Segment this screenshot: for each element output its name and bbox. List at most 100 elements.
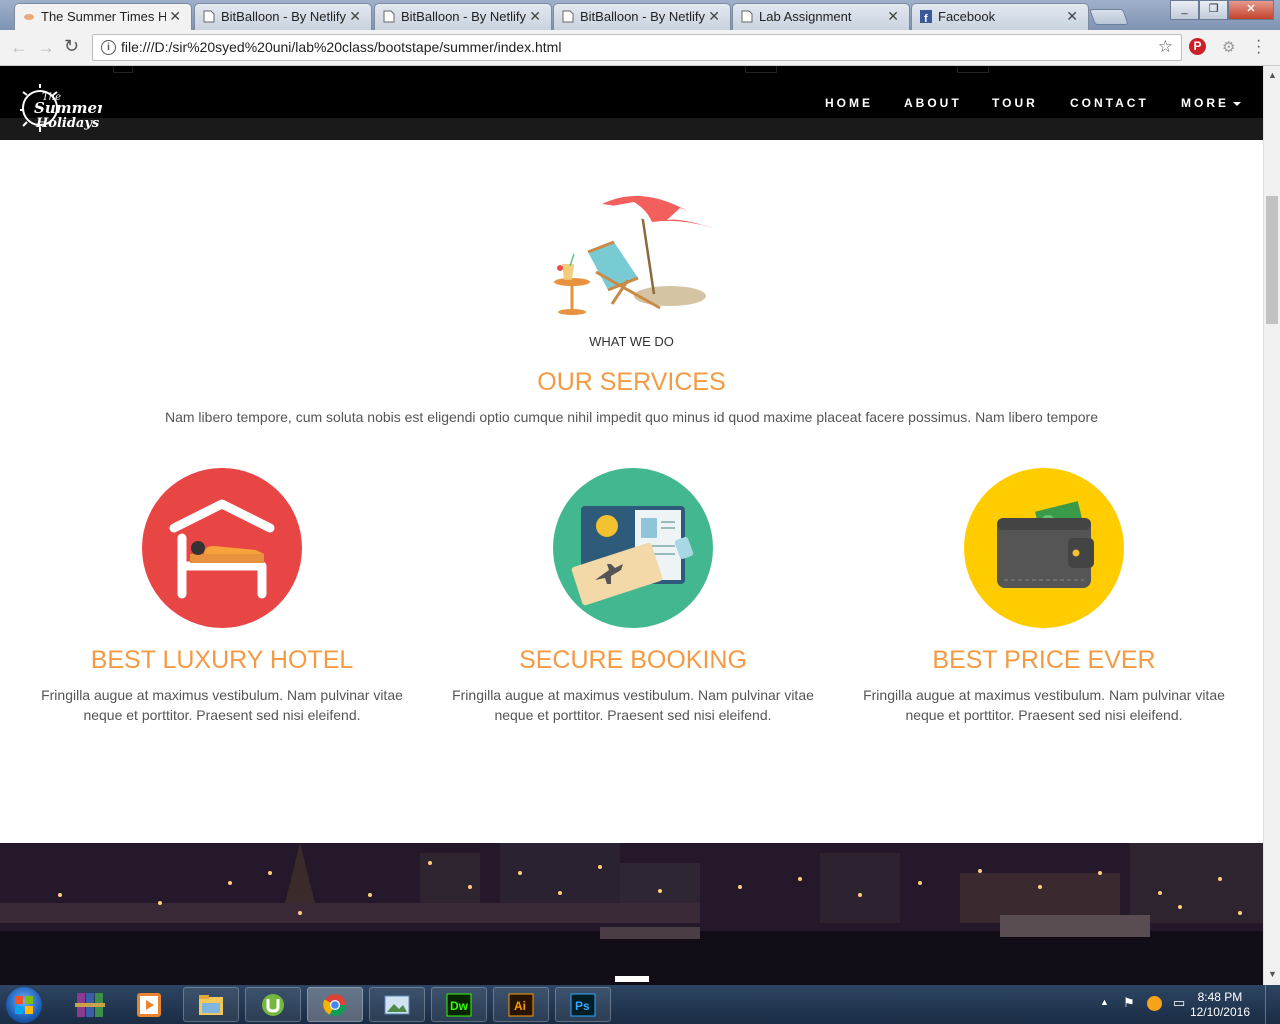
back-arrow-icon[interactable]: ← <box>10 37 28 58</box>
avast-icon[interactable] <box>1147 996 1162 1011</box>
tab-title: BitBalloon - By Netlify <box>221 9 346 24</box>
caret-down-icon <box>1233 101 1241 106</box>
ghost-shape <box>745 66 777 73</box>
taskbar-illustrator[interactable]: Ai <box>493 987 549 1022</box>
svg-text:f: f <box>924 13 928 23</box>
browser-toolbar: ← → ↻ i file:///D:/sir%20syed%20uni/lab%… <box>0 30 1280 66</box>
close-tab-icon[interactable]: ✕ <box>708 8 720 25</box>
bookmark-star-icon[interactable]: ☆ <box>1158 37 1173 57</box>
summer-favicon-icon <box>24 14 34 20</box>
site-navbar: The Summer Holidays HOME ABOUT TOUR CONT… <box>0 66 1263 140</box>
restore-icon[interactable]: ❐ <box>1199 0 1228 20</box>
passport-ticket-icon <box>553 468 713 628</box>
nav-tour[interactable]: TOUR <box>992 96 1038 110</box>
network-icon[interactable]: ▭ <box>1173 995 1185 1011</box>
ghost-shape <box>957 66 989 73</box>
address-bar[interactable]: i file:///D:/sir%20syed%20uni/lab%20clas… <box>92 34 1182 61</box>
new-tab-button[interactable] <box>1089 9 1129 25</box>
minimize-icon[interactable]: _ <box>1170 0 1199 20</box>
tab-lab-assignment[interactable]: Lab Assignment ✕ <box>732 3 910 30</box>
tab-title: The Summer Times Ho <box>41 9 166 24</box>
url-text[interactable]: file:///D:/sir%20syed%20uni/lab%20class/… <box>121 39 561 55</box>
close-tab-icon[interactable]: ✕ <box>349 8 361 25</box>
close-window-icon[interactable]: ✕ <box>1228 0 1274 20</box>
svg-text:Summer: Summer <box>34 99 102 117</box>
wallet-icon <box>964 468 1124 628</box>
reload-icon[interactable]: ↻ <box>64 36 79 57</box>
summer-holidays-logo[interactable]: The Summer Holidays <box>20 80 102 136</box>
windows-taskbar: Dw Ai Ps ▲ ⚑ ▭ 8:48 PM 12/10/2016 <box>0 985 1280 1024</box>
tab-summer-times[interactable]: The Summer Times Ho ✕ <box>14 3 192 30</box>
browser-tab-strip: The Summer Times Ho ✕ BitBalloon - By Ne… <box>0 0 1280 30</box>
windows-logo-icon <box>15 996 33 1014</box>
taskbar-photo-viewer[interactable] <box>369 987 425 1022</box>
window-controls: _ ❐ ✕ <box>1170 0 1274 20</box>
utorrent-icon <box>262 994 284 1016</box>
illustrator-icon: Ai <box>508 993 534 1017</box>
browser-menu-icon[interactable]: · · · <box>1256 33 1261 61</box>
page-icon <box>383 10 395 23</box>
info-icon[interactable]: i <box>101 40 116 55</box>
tab-title: Facebook <box>938 9 996 24</box>
photo-viewer-icon <box>384 995 410 1015</box>
service-description: Fringilla augue at maximus vestibulum. N… <box>452 687 814 723</box>
tab-bitballoon-2[interactable]: BitBalloon - By Netlify ✕ <box>374 3 552 30</box>
extension-icon[interactable]: ⚙ <box>1222 38 1235 56</box>
page-icon <box>562 10 574 23</box>
page-icon <box>203 10 215 23</box>
scroll-up-arrow-icon[interactable]: ▲ <box>1268 70 1277 80</box>
show-desktop-button[interactable] <box>1265 985 1280 1024</box>
nav-contact[interactable]: CONTACT <box>1070 96 1149 110</box>
nav-home[interactable]: HOME <box>825 96 873 110</box>
scroll-down-arrow-icon[interactable]: ▼ <box>1268 969 1277 979</box>
tab-bitballoon-1[interactable]: BitBalloon - By Netlify ✕ <box>194 3 372 30</box>
clock-date: 12/10/2016 <box>1189 1005 1250 1019</box>
dreamweaver-icon: Dw <box>446 993 472 1017</box>
media-player-icon[interactable] <box>136 991 162 1019</box>
show-hidden-icons-arrow-icon[interactable]: ▲ <box>1100 997 1109 1007</box>
city-night-banner <box>0 843 1263 985</box>
winrar-icon[interactable] <box>75 991 105 1019</box>
taskbar-clock[interactable]: 8:48 PM 12/10/2016 <box>1190 990 1250 1020</box>
page-icon <box>741 10 753 23</box>
section-title: OUR SERVICES <box>537 368 726 396</box>
nav-more-label: MORE <box>1181 96 1229 110</box>
action-center-flag-icon[interactable]: ⚑ <box>1123 995 1135 1011</box>
taskbar-dreamweaver[interactable]: Dw <box>431 987 487 1022</box>
hotel-bed-icon <box>142 468 302 628</box>
taskbar-explorer[interactable] <box>183 987 239 1022</box>
start-button[interactable] <box>6 987 42 1023</box>
pinterest-icon[interactable]: P <box>1189 38 1206 55</box>
svg-text:Holidays: Holidays <box>35 116 100 131</box>
service-title: SECURE BOOKING <box>519 646 747 674</box>
taskbar-chrome[interactable] <box>307 987 363 1022</box>
tab-title: Lab Assignment <box>759 9 852 24</box>
facebook-icon: f <box>920 10 932 23</box>
scrollbar-thumb[interactable] <box>1266 196 1278 324</box>
clock-time: 8:48 PM <box>1197 990 1243 1004</box>
close-tab-icon[interactable]: ✕ <box>1066 8 1078 25</box>
svg-text:Ps: Ps <box>575 999 590 1013</box>
page-scrollbar[interactable]: ▲ ▼ <box>1263 66 1280 985</box>
close-tab-icon[interactable]: ✕ <box>529 8 541 25</box>
ghost-shape <box>113 66 133 73</box>
taskbar-photoshop[interactable]: Ps <box>555 987 611 1022</box>
slider-indicator[interactable] <box>615 976 649 982</box>
tab-bitballoon-3[interactable]: BitBalloon - By Netlify ✕ <box>553 3 731 30</box>
tab-facebook[interactable]: f Facebook ✕ <box>911 3 1089 30</box>
navbar-strip <box>0 118 1263 140</box>
section-kicker: WHAT WE DO <box>589 334 674 349</box>
taskbar-utorrent[interactable] <box>245 987 301 1022</box>
tab-title: BitBalloon - By Netlify <box>401 9 526 24</box>
service-title: BEST LUXURY HOTEL <box>90 646 354 674</box>
nav-about[interactable]: ABOUT <box>904 96 962 110</box>
close-tab-icon[interactable]: ✕ <box>169 8 181 25</box>
forward-arrow-icon[interactable]: → <box>37 37 55 58</box>
section-intro: Nam libero tempore, cum soluta nobis est… <box>164 409 1099 425</box>
nav-more-dropdown[interactable]: MORE <box>1181 96 1241 110</box>
service-description: Fringilla augue at maximus vestibulum. N… <box>41 687 403 723</box>
photoshop-icon: Ps <box>570 993 596 1017</box>
close-tab-icon[interactable]: ✕ <box>887 8 899 25</box>
svg-text:Ai: Ai <box>514 999 526 1013</box>
service-description: Fringilla augue at maximus vestibulum. N… <box>863 687 1225 723</box>
